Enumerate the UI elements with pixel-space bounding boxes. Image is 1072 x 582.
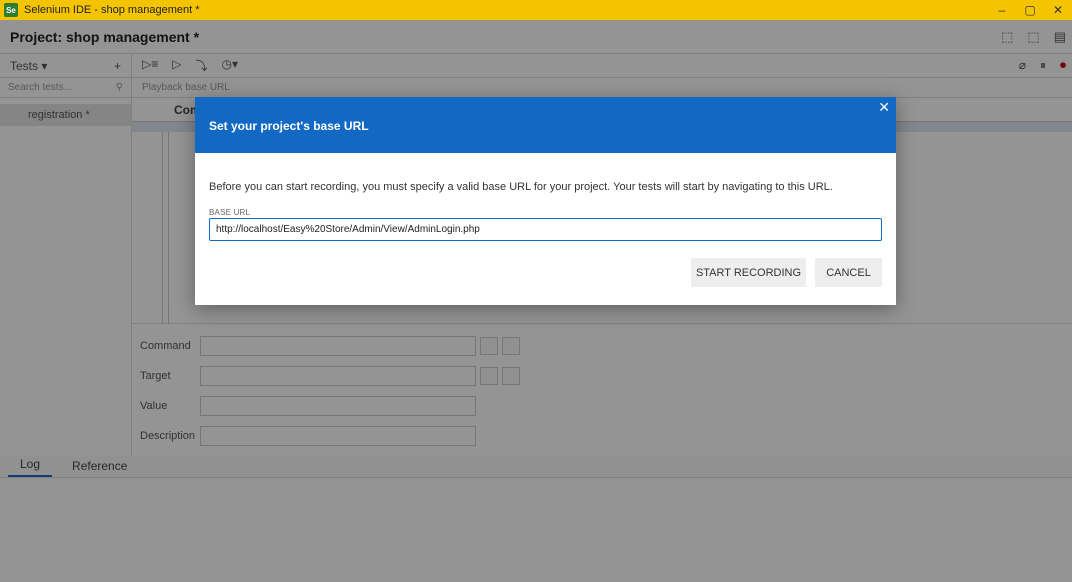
minimize-icon[interactable]: –: [988, 0, 1016, 20]
maximize-icon[interactable]: ▢: [1016, 0, 1044, 20]
dialog-header: Set your project's base URL ✕: [195, 97, 896, 153]
base-url-dialog: Set your project's base URL ✕ Before you…: [195, 97, 896, 305]
window-controls: – ▢ ✕: [988, 0, 1072, 20]
window-title: Selenium IDE - shop management *: [24, 4, 200, 16]
dialog-description: Before you can start recording, you must…: [209, 181, 833, 193]
window-titlebar: Se Selenium IDE - shop management * – ▢ …: [0, 0, 1072, 20]
close-window-icon[interactable]: ✕: [1044, 0, 1072, 20]
start-recording-button[interactable]: START RECORDING: [691, 258, 806, 287]
selenium-logo-icon: Se: [4, 3, 18, 17]
dialog-title: Set your project's base URL: [209, 119, 369, 133]
base-url-input[interactable]: [209, 218, 882, 241]
close-icon[interactable]: ✕: [878, 99, 890, 116]
base-url-label: BASE URL: [209, 208, 251, 217]
cancel-button[interactable]: CANCEL: [815, 258, 882, 287]
